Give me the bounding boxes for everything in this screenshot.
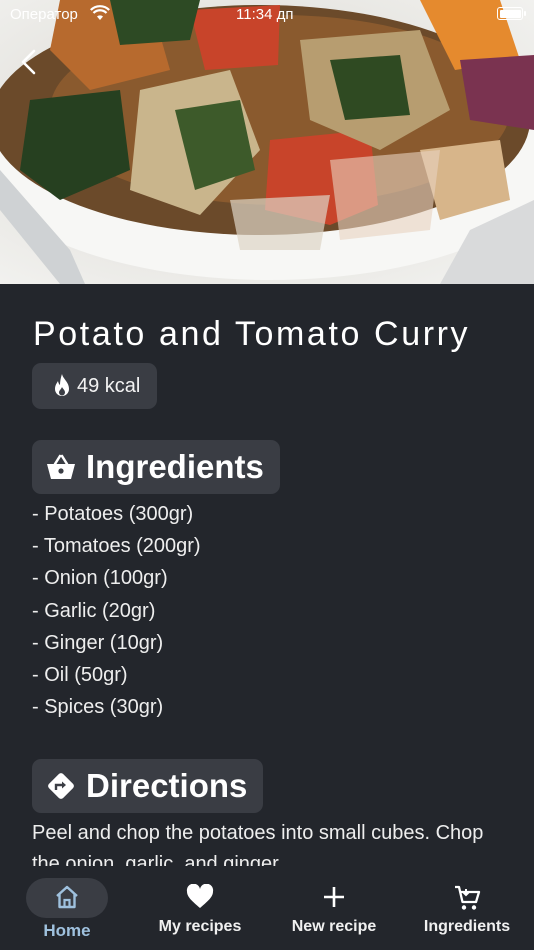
- nav-home-label: Home: [43, 921, 91, 940]
- wifi-icon: [90, 5, 110, 25]
- clock: 11:34 дп: [236, 6, 294, 23]
- heart-icon: [186, 884, 214, 908]
- directions-icon: [48, 773, 74, 799]
- list-item: - Spices (30gr): [32, 696, 164, 719]
- list-item: - Potatoes (300gr): [32, 503, 194, 525]
- recipe-detail: Potato and Tomato Curry 49 kcal Ingredie…: [0, 284, 534, 866]
- nav-my-recipes[interactable]: My recipes: [133, 866, 267, 950]
- cart-icon: [455, 885, 481, 910]
- list-item: - Oil (50gr): [32, 663, 128, 686]
- list-item: - Ginger (10gr): [32, 631, 164, 654]
- directions-heading-label: Directions: [86, 767, 248, 804]
- basket-icon: [47, 454, 75, 479]
- ingredients-list: - Potatoes (300gr) - Tomatoes (200gr) - …: [32, 498, 201, 723]
- calories-badge: 49 kcal: [32, 363, 158, 409]
- recipe-photo: [0, 0, 534, 284]
- plus-icon: [324, 887, 344, 907]
- nav-my-recipes-label: My recipes: [158, 918, 242, 935]
- carrier-label: Оператор: [10, 6, 78, 23]
- directions-text: Peel and chop the potatoes into small cu…: [32, 822, 484, 866]
- directions-heading: Directions: [32, 759, 264, 813]
- bottom-navigation: Home My recipes New recipe Ingredients: [0, 866, 534, 950]
- back-button[interactable]: [14, 46, 46, 78]
- nav-ingredients-label: Ingredients: [423, 918, 511, 935]
- nav-home[interactable]: Home: [0, 866, 134, 950]
- calories-value: 49 kcal: [77, 374, 141, 397]
- ingredients-heading-label: Ingredients: [86, 448, 264, 485]
- home-icon: [56, 885, 78, 909]
- status-bar: Оператор 11:34 дп: [0, 0, 534, 30]
- battery-icon: [497, 7, 526, 20]
- nav-new-recipe-label: New recipe: [291, 918, 377, 935]
- recipe-title: Potato and Tomato Curry: [33, 315, 471, 353]
- list-item: - Garlic (20gr): [32, 599, 156, 622]
- list-item: - Onion (100gr): [32, 567, 168, 590]
- nav-new-recipe[interactable]: New recipe: [267, 866, 401, 950]
- flame-icon: [55, 374, 69, 396]
- nav-ingredients[interactable]: Ingredients: [400, 866, 534, 950]
- list-item: - Tomatoes (200gr): [32, 535, 201, 558]
- chevron-left-icon: [21, 49, 36, 75]
- ingredients-heading: Ingredients: [32, 440, 280, 494]
